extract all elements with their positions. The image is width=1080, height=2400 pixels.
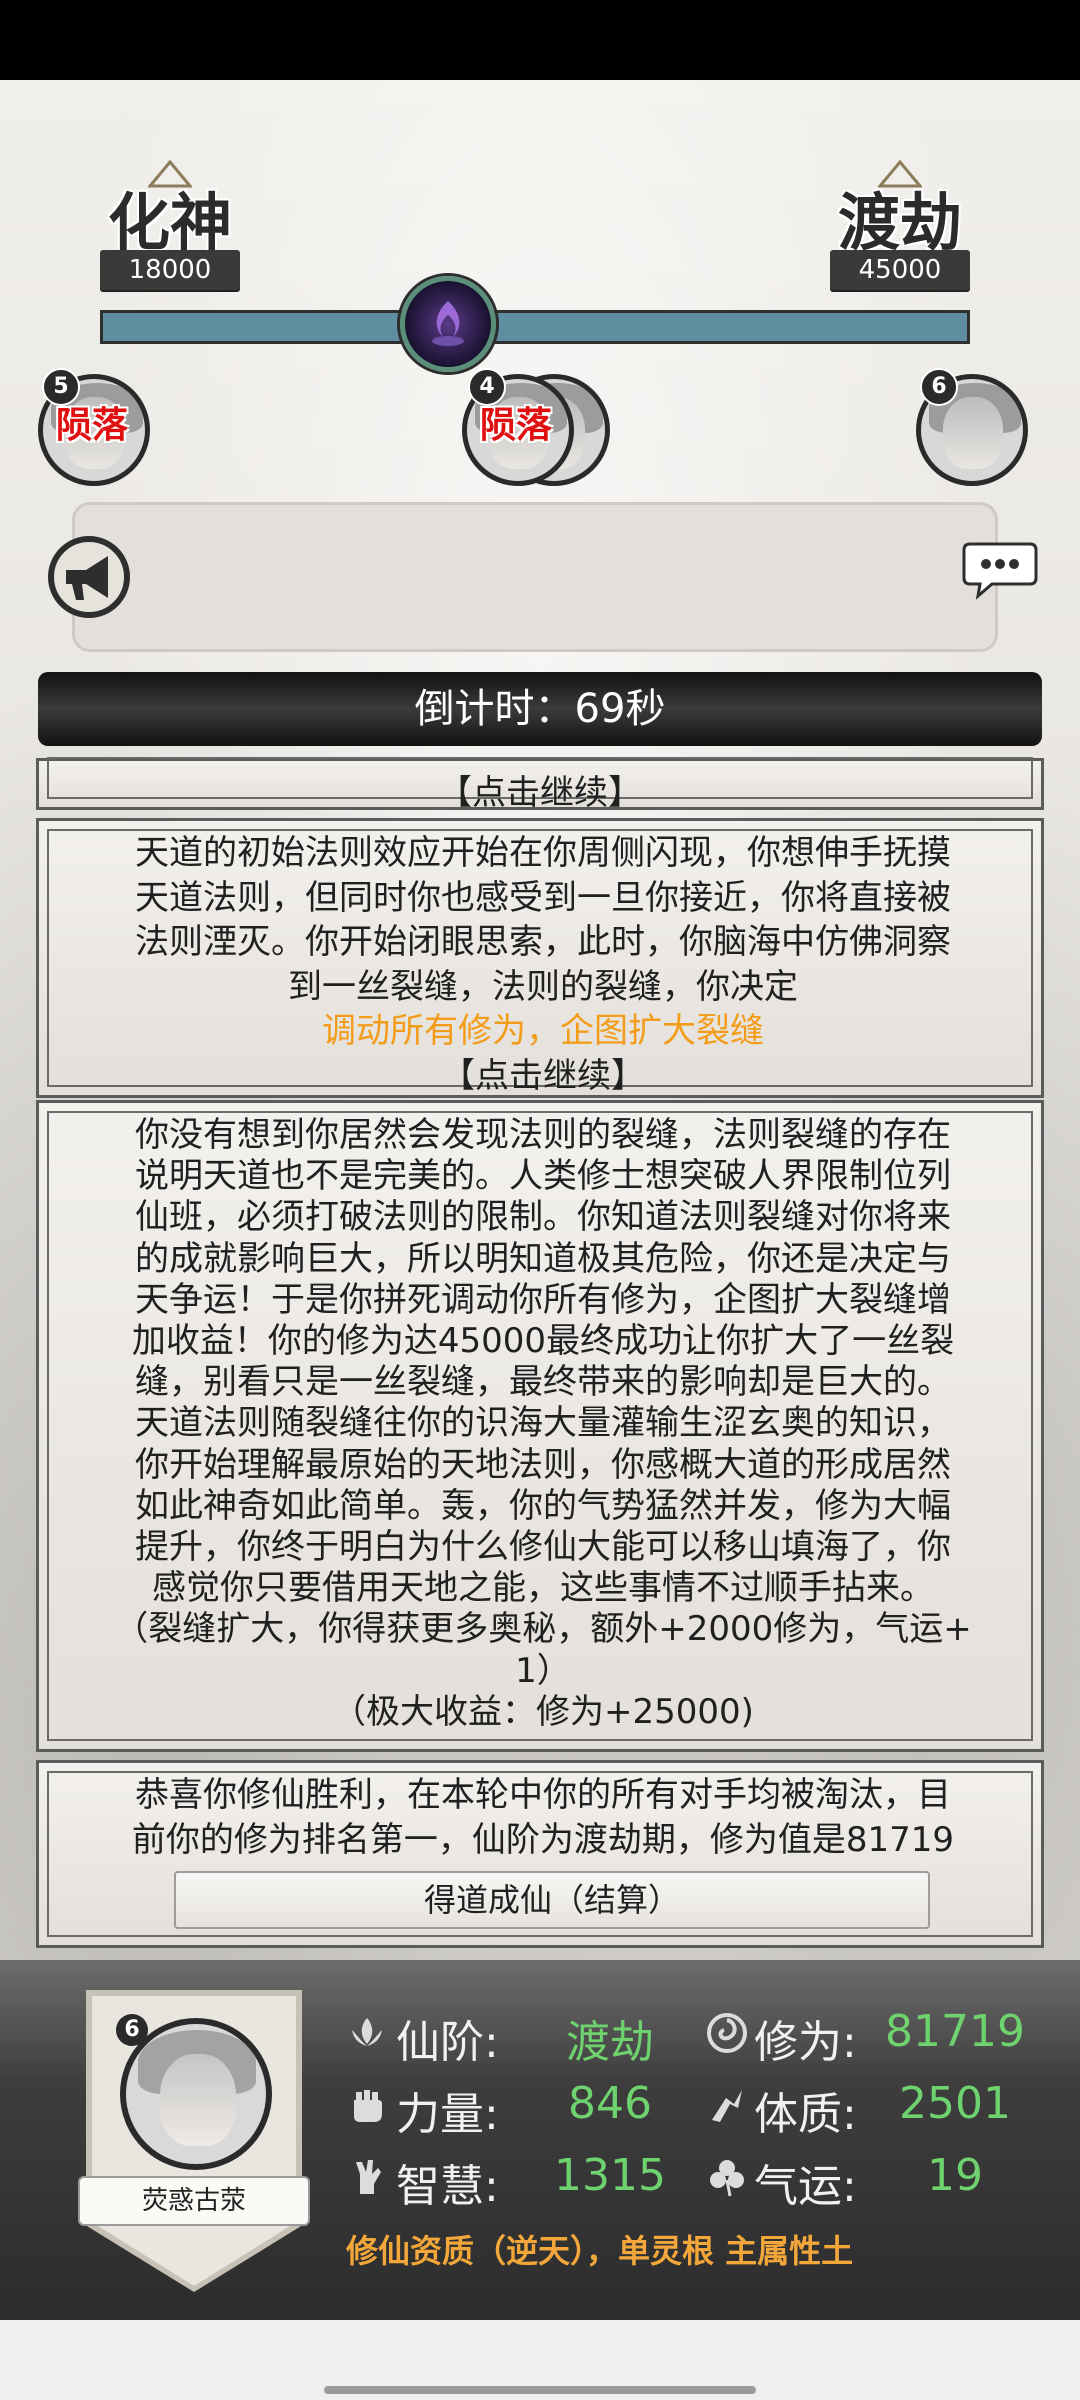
- strength-stat-value: 846: [568, 2078, 652, 2129]
- countdown-timer: 倒计时：69秒: [38, 672, 1042, 746]
- strength-stat-label: 力量:: [396, 2089, 499, 2140]
- status-bar: [0, 0, 1080, 80]
- cultivation-stat-value: 81719: [885, 2006, 1025, 2057]
- event-panel[interactable]: 【点击继续】: [36, 757, 1044, 813]
- event-text-line: 你开始理解最原始的天地法则，你感概大道的形成居然: [135, 1444, 951, 1485]
- left-realm-score: 18000: [100, 250, 240, 290]
- home-indicator[interactable]: [324, 2386, 756, 2394]
- hand-sign-icon: [356, 2160, 381, 2194]
- event-text-line: 如此神奇如此简单。轰，你的气势猛然并发，修为大幅: [135, 1485, 951, 1526]
- broadcast-message-box[interactable]: [72, 502, 998, 652]
- luck-stat-label: 气运:: [754, 2161, 857, 2212]
- event-panel[interactable]: 天道的初始法则效应开始在你周侧闪现，你想伸手抚摸 天道法则，但同时你也感受到一旦…: [36, 818, 1044, 1098]
- event-text-line: 缝，别看只是一丝裂缝，最终带来的影响却是巨大的。: [135, 1362, 951, 1403]
- event-text-line: 天争运！于是你拼死调动你所有修为，企图扩大裂缝增: [135, 1279, 951, 1320]
- left-realm-name: 化神: [108, 186, 233, 259]
- event-text-line: 加收益！你的修为达45000最终成功让你扩大了一丝裂: [131, 1321, 955, 1362]
- victory-text: 恭喜你修仙胜利，在本轮中你的所有对手均被淘汰，目 前你的修为排名第一，仙阶为渡劫…: [79, 1773, 1007, 1862]
- chat-bubble-icon[interactable]: [962, 538, 1038, 600]
- event-text-line: 前你的修为排名第一，仙阶为渡劫期，修为值是81719: [131, 1819, 955, 1860]
- event-panel[interactable]: 你没有想到你居然会发现法则的裂缝，法则裂缝的存在 说明天道也不是完美的。人类修士…: [36, 1100, 1044, 1752]
- event-text-line: 1）: [515, 1650, 571, 1691]
- event-text: 你没有想到你居然会发现法则的裂缝，法则裂缝的存在 说明天道也不是完美的。人类修士…: [79, 1115, 1007, 1733]
- constitution-stat-label: 体质:: [754, 2089, 857, 2140]
- event-text-line: 你没有想到你居然会发现法则的裂缝，法则裂缝的存在: [135, 1115, 951, 1155]
- realm-stat-label: 仙阶:: [396, 2017, 499, 2068]
- event-text-line: 的成就影响巨大，所以明知道极其危险，你还是决定与: [135, 1238, 951, 1279]
- lotus-icon: [352, 2018, 382, 2046]
- realm-stat-value: 渡劫: [566, 2017, 654, 2068]
- event-text-line: 感觉你只要借用天地之能，这些事情不过顺手拈来。: [152, 1568, 934, 1609]
- fallen-status: 陨落: [56, 405, 129, 446]
- event-text-line: （裂缝扩大，你得获更多奥秘，额外+2000修为，气运+: [114, 1609, 972, 1650]
- aptitude-text: 修仙资质（逆天），单灵根 主属性土: [346, 2232, 854, 2270]
- cultivation-stat-label: 修为:: [754, 2017, 857, 2068]
- event-text-line: 法则湮灭。你开始闭眼思索，此时，你脑海中仿佛洞察: [135, 922, 951, 962]
- ascend-settle-button[interactable]: 得道成仙（结算）: [174, 1871, 930, 1929]
- megaphone-icon[interactable]: [46, 534, 132, 620]
- event-text-line: 天道法则，但同时你也感受到一旦你接近，你将直接被: [135, 877, 951, 918]
- constitution-stat-value: 2501: [899, 2078, 1011, 2129]
- continue-prompt[interactable]: 【点击继续】: [79, 1054, 1007, 1099]
- fist-icon: [354, 2090, 382, 2122]
- event-text-line: 恭喜你修仙胜利，在本轮中你的所有对手均被淘汰，目: [135, 1775, 951, 1815]
- vortex-icon: [432, 301, 464, 346]
- player-rank-badge: 6: [920, 368, 958, 406]
- event-text-line: 天道法则随裂缝往你的识海大量灌输生涩玄奥的知识，: [135, 1403, 951, 1444]
- character-name: 荧惑古荥: [78, 2176, 310, 2226]
- event-text-line: 到一丝裂缝，法则的裂缝，你决定: [288, 966, 798, 1007]
- right-realm-name: 渡劫: [838, 186, 963, 259]
- event-text-line: 说明天道也不是完美的。人类修士想突破人界限制位列: [135, 1156, 951, 1197]
- chosen-option: 调动所有修为，企图扩大裂缝: [322, 1011, 764, 1051]
- fallen-status: 陨落: [480, 405, 553, 446]
- my-rank-badge: 6: [116, 2014, 148, 2046]
- swirl-icon: [707, 2013, 747, 2053]
- event-text-line: 天道的初始法则效应开始在你周侧闪现，你想伸手抚摸: [135, 833, 951, 873]
- progress-marker-orb: [400, 276, 496, 372]
- event-text: 天道的初始法则效应开始在你周侧闪现，你想伸手抚摸 天道法则，但同时你也感受到一旦…: [79, 831, 1007, 1098]
- wisdom-stat-label: 智慧:: [396, 2161, 499, 2212]
- event-text-line: 仙班，必须打破法则的限制。你知道法则裂缝对你将来: [135, 1197, 951, 1238]
- luck-stat-value: 19: [927, 2150, 983, 2201]
- body-icon: [712, 2090, 742, 2122]
- realm-progress-bar: [100, 310, 970, 344]
- wisdom-stat-value: 1315: [554, 2150, 666, 2201]
- clover-icon: [710, 2160, 744, 2197]
- continue-prompt[interactable]: 【点击继续】: [39, 765, 1041, 814]
- event-text-line: 提升，你终于明白为什么修仙大能可以移山填海了，你: [135, 1527, 951, 1568]
- right-realm-score: 45000: [830, 250, 970, 290]
- event-text-line: （极大收益：修为+25000): [332, 1691, 754, 1732]
